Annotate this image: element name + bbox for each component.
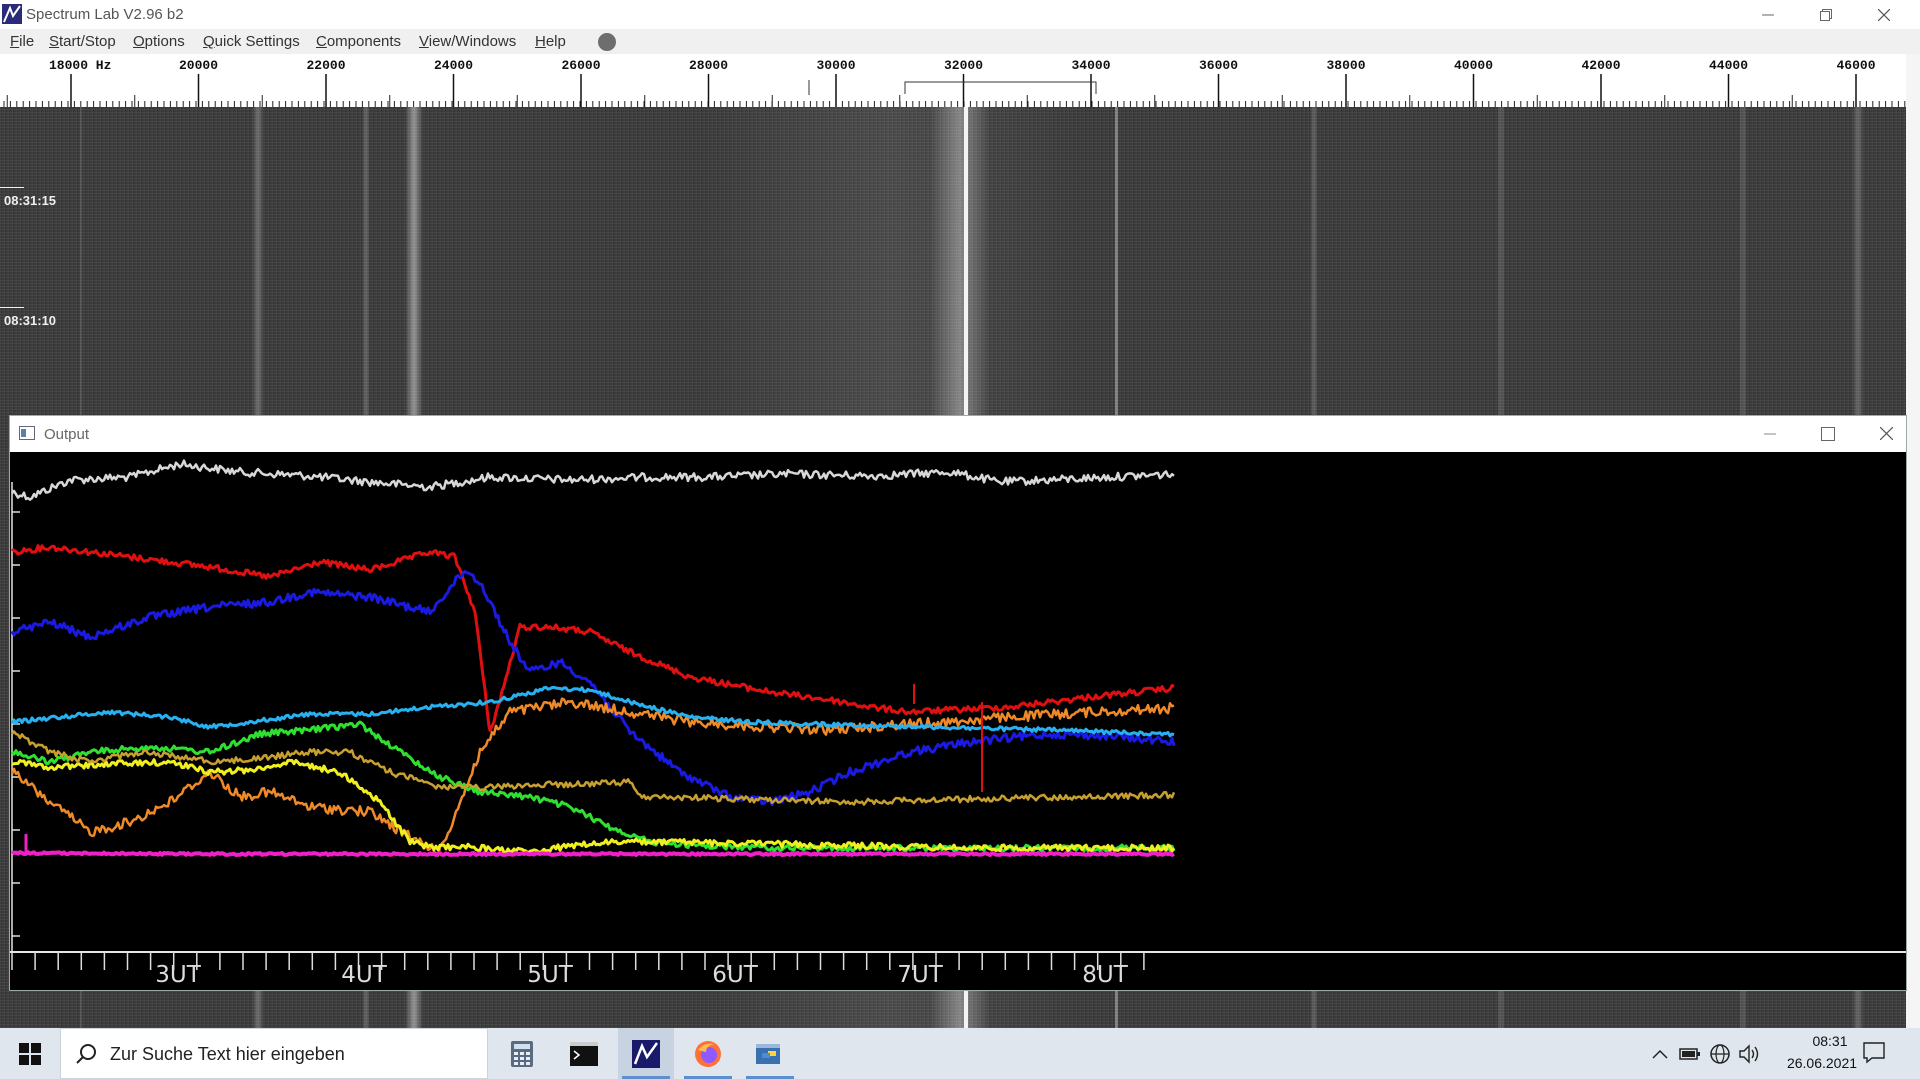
frequency-label: 36000: [1199, 58, 1238, 73]
menu-start-stop[interactable]: Start/Stop: [49, 33, 116, 50]
speaker-icon: [1739, 1044, 1759, 1064]
time-tick: [0, 307, 24, 308]
frequency-label: 26000: [561, 58, 600, 73]
windows-logo-icon: [19, 1042, 41, 1065]
frequency-selection-bracket[interactable]: [904, 81, 1097, 94]
time-axis-label: 4UT: [341, 962, 387, 988]
search-icon: [76, 1044, 96, 1064]
taskbar-app-firefox[interactable]: [680, 1028, 736, 1079]
menu-bar: File Start/Stop Options Quick Settings C…: [0, 29, 1920, 54]
frequency-label: 42000: [1581, 58, 1620, 73]
taskbar-app-spectrum-lab[interactable]: [618, 1028, 674, 1079]
tray-volume[interactable]: [1738, 1042, 1762, 1066]
taskbar-search-box[interactable]: Zur Suche Text hier eingeben: [60, 1028, 488, 1079]
record-indicator[interactable]: [598, 33, 616, 51]
restore-icon: [1820, 8, 1832, 21]
spectrum-lab-icon: [632, 1039, 660, 1068]
output-trace: [11, 850, 1175, 857]
tray-battery[interactable]: [1678, 1042, 1702, 1066]
notification-center-button[interactable]: [1862, 1041, 1890, 1067]
frequency-label: 22000: [306, 58, 345, 73]
output-maximize-button[interactable]: [1800, 419, 1856, 448]
frequency-label: 46000: [1836, 58, 1875, 73]
menu-quick-settings[interactable]: Quick Settings: [203, 33, 300, 50]
frequency-label: 32000: [944, 58, 983, 73]
close-button[interactable]: [1856, 0, 1912, 29]
frequency-label: 40000: [1454, 58, 1493, 73]
time-axis-label: 5UT: [527, 962, 573, 988]
maximize-icon: [1821, 426, 1835, 441]
minimize-icon: [1762, 14, 1774, 15]
start-button[interactable]: [0, 1028, 60, 1079]
calculator-icon: [511, 1040, 533, 1067]
output-window: Output 3UT 4UT 5UT 6UT 7UT 8UT: [9, 415, 1907, 991]
frequency-label: 38000: [1326, 58, 1365, 73]
frequency-label: 24000: [434, 58, 473, 73]
frequency-ruler: 18000 Hz 20000 22000 24000 26000 28000 30000 32…: [3, 58, 1906, 107]
restore-button[interactable]: [1798, 0, 1854, 29]
battery-icon: [1679, 1048, 1700, 1060]
taskbar-app-calculator[interactable]: [494, 1028, 550, 1079]
tray-overflow-button[interactable]: [1648, 1042, 1672, 1066]
menu-file[interactable]: File: [10, 33, 34, 50]
terminal-icon: [570, 1041, 598, 1066]
chevron-up-icon: [1652, 1049, 1668, 1059]
menu-view-windows[interactable]: View/Windows: [419, 33, 516, 50]
time-axis-label: 6UT: [712, 962, 758, 988]
menu-help[interactable]: Help: [535, 33, 566, 50]
output-trace: [11, 758, 1176, 856]
output-plot[interactable]: 3UT 4UT 5UT 6UT 7UT 8UT: [10, 452, 1906, 990]
firefox-icon: [695, 1040, 721, 1067]
taskbar-app-terminal[interactable]: [556, 1028, 612, 1079]
time-label: 08:31:15: [4, 193, 57, 208]
output-trace: [10, 569, 1176, 807]
output-minimize-button[interactable]: [1742, 419, 1798, 448]
tray-network[interactable]: [1708, 1042, 1732, 1066]
frequency-label: 34000: [1071, 58, 1110, 73]
time-axis-label: 3UT: [155, 962, 201, 988]
frequency-scale[interactable]: 18000 Hz 20000 22000 24000 26000 28000 30000 32…: [0, 54, 1920, 108]
time-tick: [0, 187, 24, 188]
globe-icon: [1710, 1044, 1730, 1064]
frequency-label: 20000: [179, 58, 218, 73]
minimize-icon: [1764, 433, 1776, 434]
time-label: 08:31:10: [4, 313, 57, 328]
frequency-label: 18000 Hz: [49, 58, 111, 73]
python-icon: [756, 1043, 780, 1064]
taskbar-app-python[interactable]: [742, 1028, 798, 1079]
clock-date[interactable]: 26.06.2021: [1772, 1055, 1872, 1071]
menu-components[interactable]: Components: [316, 33, 401, 50]
output-trace: [11, 459, 1175, 501]
frequency-label: 30000: [816, 58, 855, 73]
time-axis-label: 7UT: [897, 962, 943, 988]
frequency-label: 28000: [689, 58, 728, 73]
vertical-scrollbar[interactable]: [1906, 54, 1920, 1028]
notification-icon: [1863, 1042, 1885, 1064]
title-bar[interactable]: Spectrum Lab V2.96 b2: [0, 0, 1920, 30]
taskbar: Zur Suche Text hier eingeben 08:31 26.06…: [0, 1028, 1920, 1079]
output-title: Output: [44, 426, 90, 443]
output-title-bar[interactable]: Output: [10, 416, 1906, 452]
time-axis-label: 8UT: [1082, 962, 1128, 988]
frequency-label: 44000: [1709, 58, 1748, 73]
output-window-icon: [19, 426, 35, 440]
app-title: Spectrum Lab V2.96 b2: [26, 6, 184, 23]
minimize-button[interactable]: [1740, 0, 1796, 29]
close-icon: [1878, 8, 1890, 21]
search-placeholder: Zur Suche Text hier eingeben: [110, 1044, 345, 1064]
output-close-button[interactable]: [1858, 419, 1914, 448]
spectrum-lab-app-icon: [2, 4, 22, 24]
menu-options[interactable]: Options: [133, 33, 185, 50]
output-trace: [11, 544, 1175, 732]
clock-time[interactable]: 08:31: [1790, 1033, 1870, 1049]
output-trace: [11, 730, 1176, 806]
close-icon: [1879, 427, 1893, 440]
